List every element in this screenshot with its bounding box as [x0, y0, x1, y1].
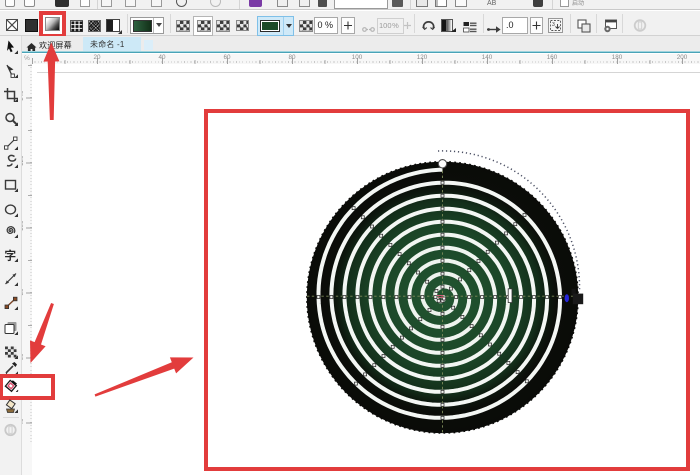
svg-text:字: 字 [5, 249, 17, 263]
svg-text:3: 3 [552, 22, 555, 28]
